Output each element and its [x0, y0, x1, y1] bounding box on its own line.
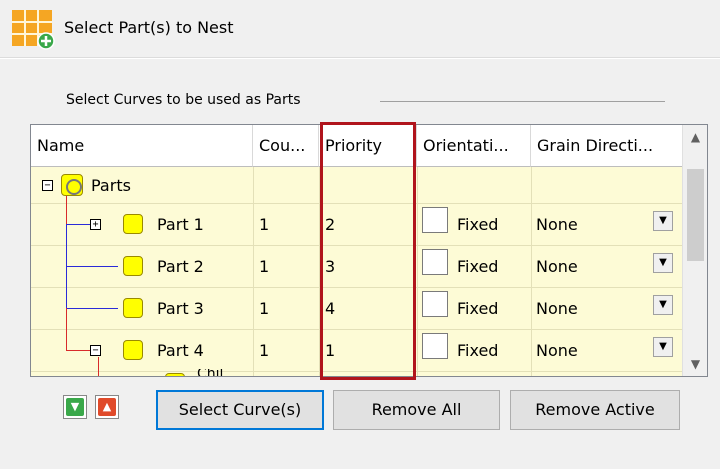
- tree-connector: [66, 195, 67, 225]
- grid-line: [319, 167, 320, 376]
- part-priority[interactable]: 4: [325, 299, 335, 318]
- grid-line: [31, 329, 683, 330]
- part-shape-icon: [165, 373, 185, 376]
- grid-line: [417, 167, 418, 376]
- part-priority[interactable]: 1: [325, 341, 335, 360]
- remove-all-button[interactable]: Remove All: [333, 390, 500, 430]
- tree-root-label[interactable]: Parts: [91, 176, 131, 195]
- scroll-thumb[interactable]: [687, 169, 704, 261]
- grid-line: [31, 287, 683, 288]
- arrow-up-icon: ▲: [98, 398, 116, 416]
- grain-dropdown-button[interactable]: ▼: [653, 253, 673, 273]
- part-count[interactable]: 1: [259, 215, 269, 234]
- part-shape-icon: [123, 298, 143, 318]
- grain-direction-value[interactable]: None: [536, 215, 578, 234]
- part-priority[interactable]: 3: [325, 257, 335, 276]
- part-shape-icon: [123, 256, 143, 276]
- grain-direction-value[interactable]: None: [536, 299, 578, 318]
- groupbox-divider: [380, 101, 665, 102]
- part-name[interactable]: Part 3: [157, 299, 204, 318]
- tree-connector: [66, 224, 90, 225]
- parts-folder-icon: [61, 174, 83, 196]
- grid-line: [531, 167, 532, 376]
- parts-tree-grid[interactable]: Name Cou... Priority Orientati... Grain …: [30, 124, 708, 377]
- orientation-label: Fixed: [457, 215, 499, 234]
- orientation-label: Fixed: [457, 257, 499, 276]
- collapse-toggle[interactable]: −: [42, 180, 53, 191]
- part-name[interactable]: Part 2: [157, 257, 204, 276]
- groupbox-label: Select Curves to be used as Parts: [66, 92, 309, 108]
- grain-dropdown-button[interactable]: ▼: [653, 337, 673, 357]
- vertical-scrollbar[interactable]: ▲ ▼: [682, 125, 707, 376]
- dialog-title: Select Part(s) to Nest: [64, 18, 234, 37]
- part-shape-icon: [123, 340, 143, 360]
- remove-active-button[interactable]: Remove Active: [510, 390, 680, 430]
- column-header-priority[interactable]: Priority: [319, 125, 417, 167]
- tree-connector: [98, 357, 99, 376]
- move-down-button[interactable]: ▼: [63, 395, 87, 419]
- grid-line: [31, 203, 683, 204]
- tree-connector: [66, 308, 118, 309]
- part-name[interactable]: Part 4: [157, 341, 204, 360]
- part-shape-icon: [123, 214, 143, 234]
- fixed-orientation-checkbox[interactable]: [422, 333, 448, 359]
- orientation-label: Fixed: [457, 299, 499, 318]
- part-count[interactable]: 1: [259, 341, 269, 360]
- grid-line: [31, 245, 683, 246]
- dialog-header: Select Part(s) to Nest: [0, 0, 720, 58]
- nest-grid-add-icon: [12, 10, 55, 50]
- grid-line: [31, 371, 683, 372]
- grain-dropdown-button[interactable]: ▼: [653, 295, 673, 315]
- fixed-orientation-checkbox[interactable]: [422, 291, 448, 317]
- move-up-button[interactable]: ▲: [95, 395, 119, 419]
- scroll-up-icon[interactable]: ▲: [683, 125, 708, 149]
- part-count[interactable]: 1: [259, 299, 269, 318]
- expand-toggle[interactable]: +: [90, 219, 101, 230]
- collapse-toggle[interactable]: −: [90, 345, 101, 356]
- column-header-orientation[interactable]: Orientati...: [417, 125, 531, 167]
- grain-direction-value[interactable]: None: [536, 341, 578, 360]
- fixed-orientation-checkbox[interactable]: [422, 249, 448, 275]
- grain-direction-value[interactable]: None: [536, 257, 578, 276]
- scroll-down-icon[interactable]: ▼: [683, 352, 708, 376]
- part-name[interactable]: Part 1: [157, 215, 204, 234]
- tree-connector: [66, 350, 90, 351]
- tree-connector: [66, 308, 67, 351]
- select-curves-button[interactable]: Select Curve(s): [156, 390, 324, 430]
- orientation-label: Fixed: [457, 341, 499, 360]
- part-count[interactable]: 1: [259, 257, 269, 276]
- column-header-grain-direction[interactable]: Grain Directi...: [531, 125, 683, 167]
- grid-line: [253, 167, 254, 376]
- tree-connector: [66, 266, 118, 267]
- column-header-name[interactable]: Name: [31, 125, 253, 167]
- child-label[interactable]: Chil: [197, 369, 223, 376]
- column-header-count[interactable]: Cou...: [253, 125, 319, 167]
- grain-dropdown-button[interactable]: ▼: [653, 211, 673, 231]
- arrow-down-icon: ▼: [66, 398, 84, 416]
- fixed-orientation-checkbox[interactable]: [422, 207, 448, 233]
- part-priority[interactable]: 2: [325, 215, 335, 234]
